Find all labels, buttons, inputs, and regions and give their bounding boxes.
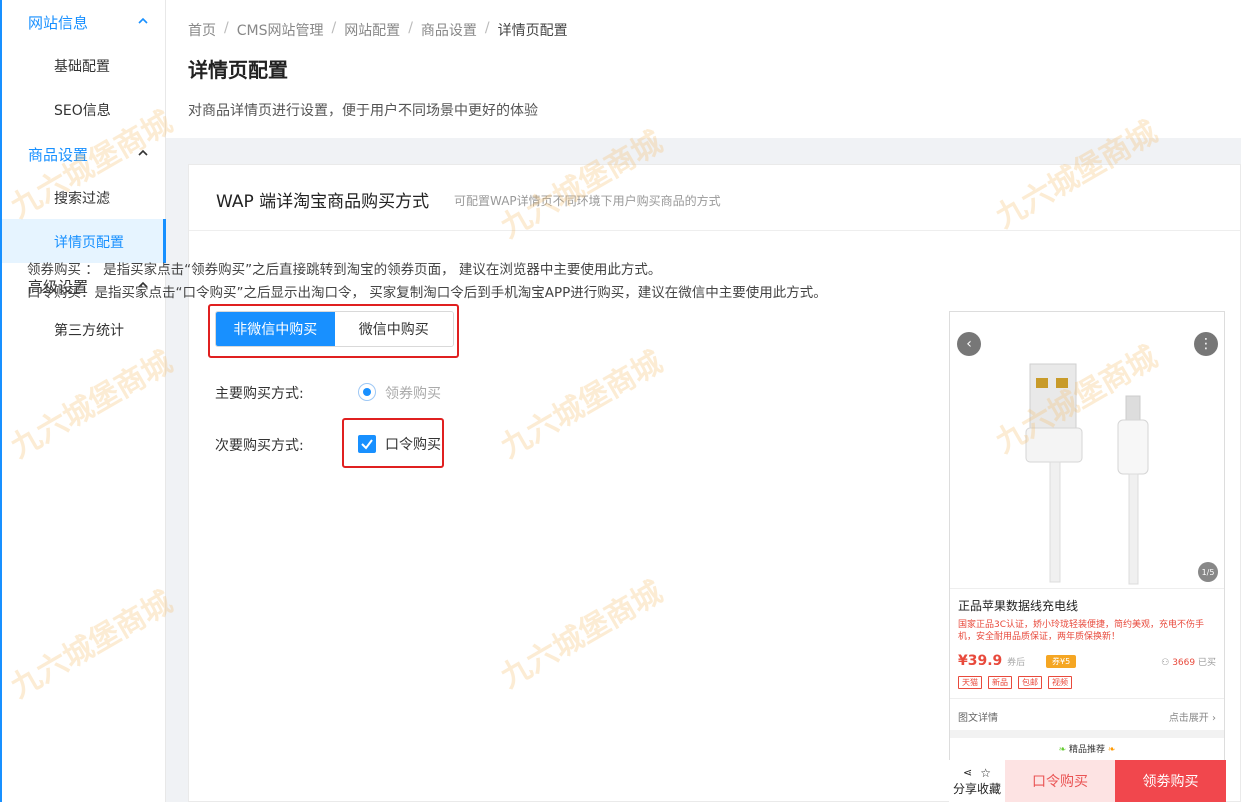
people-icon: ⚇	[1161, 658, 1170, 668]
token-buy-button[interactable]: 口令购买	[1005, 760, 1115, 802]
secondary-method-value: 口令购买	[385, 437, 441, 453]
price-suffix: 券后	[1007, 658, 1026, 668]
tag: 包邮	[1018, 676, 1042, 689]
sidebar-item-seo[interactable]: SEO信息	[54, 100, 111, 120]
secondary-method-label: 次要购买方式:	[215, 438, 304, 454]
recommend-header: ❧ 精品推荐 ❧	[950, 742, 1224, 755]
section-gap	[950, 730, 1224, 738]
page-header: 首页 / CMS网站管理 / 网站配置 / 商品设置 / 详情页配置 详情页配置…	[166, 0, 1241, 138]
primary-method-value: 领券购买	[385, 386, 441, 402]
tag: 天猫	[958, 676, 982, 689]
detail-label: 图文详情	[958, 713, 998, 724]
sidebar-group-label: 商品设置	[28, 146, 89, 164]
tag: 新品	[988, 676, 1012, 689]
leaf-icon: ❧	[1107, 745, 1116, 755]
mobile-preview: ‹ ⋮ 1/5 正品苹果数据线充电线 国家正品3C认证，娇小玲珑轻装便捷，简约美…	[949, 311, 1225, 802]
breadcrumb-separator: /	[331, 20, 337, 36]
breadcrumb-item[interactable]: 网站配置	[344, 20, 400, 40]
primary-method-radio[interactable]	[358, 383, 376, 401]
leaf-icon: ❧	[1058, 745, 1067, 755]
coupon-badge: 券¥5	[1046, 655, 1077, 668]
purchase-bar: ⋖ ☆ 分享收藏 口令购买 领劵购买	[949, 760, 1226, 802]
back-icon[interactable]: ‹	[957, 332, 981, 356]
page-description: 对商品详情页进行设置，便于用户不同场景中更好的体验	[188, 103, 538, 119]
breadcrumb-item[interactable]: 商品设置	[421, 20, 477, 40]
page-title: 详情页配置	[188, 58, 288, 82]
share-fav-icons: ⋖ ☆	[963, 766, 991, 780]
usb-cable-image	[1025, 363, 1149, 585]
chevron-right-icon: ›	[1212, 713, 1216, 724]
sidebar-item-detail-config[interactable]: 详情页配置	[54, 232, 124, 252]
card-header: WAP 端详淘宝商品购买方式 可配置WAP详情页不同环境下用户购买商品的方式	[189, 165, 1240, 231]
breadcrumb-item[interactable]: 首页	[188, 20, 216, 40]
purchase-env-tabs: 非微信中购买 微信中购买	[215, 311, 454, 347]
breadcrumb-separator: /	[224, 20, 229, 36]
card-subtitle: 可配置WAP详情页不同环境下用户购买商品的方式	[454, 194, 721, 208]
coupon-buy-button[interactable]: 领劵购买	[1115, 760, 1226, 802]
sidebar-group-product-settings[interactable]: 商品设置	[28, 144, 152, 164]
sold-suffix: 已买	[1197, 658, 1216, 668]
sidebar-item-third-party-stats[interactable]: 第三方统计	[54, 320, 124, 340]
share-favorite-group[interactable]: ⋖ ☆ 分享收藏	[949, 760, 1005, 802]
chevron-up-icon	[138, 148, 148, 158]
breadcrumb-separator: /	[484, 20, 490, 36]
tab-wechat[interactable]: 微信中购买	[334, 312, 453, 346]
tab-non-wechat[interactable]: 非微信中购买	[216, 312, 335, 346]
star-icon: ☆	[980, 765, 991, 780]
card-title: WAP 端详淘宝商品购买方式	[216, 192, 430, 212]
price-value: ¥39.9	[958, 653, 1003, 669]
share-fav-label: 分享收藏	[952, 781, 1001, 796]
sold-number: 3669	[1172, 658, 1196, 668]
detail-expand-text: 点击展开	[1168, 713, 1209, 724]
sidebar-group-site-info[interactable]: 网站信息	[28, 12, 152, 32]
secondary-method-checkbox[interactable]	[358, 435, 376, 453]
recommend-label: 精品推荐	[1068, 745, 1105, 755]
breadcrumb-item[interactable]: CMS网站管理	[237, 20, 324, 40]
product-description: 国家正品3C认证，娇小玲珑轻装便捷，简约美观，充电不伤手机，安全耐用品质保证，两…	[958, 620, 1205, 642]
product-title: 正品苹果数据线充电线	[958, 599, 1079, 613]
divider	[950, 698, 1224, 699]
divider	[950, 588, 1224, 589]
desc-coupon: 领券购买 ： 是指买家点击“领券购买”之后直接跳转到淘宝的领券页面， 建议在浏览…	[27, 262, 662, 278]
detail-expand-link[interactable]: 点击展开 ›	[1169, 709, 1216, 724]
product-price: ¥39.9 券后	[958, 653, 1025, 669]
sold-count: ⚇ 3669 已买	[1161, 655, 1216, 668]
breadcrumb: 首页 / CMS网站管理 / 网站配置 / 商品设置 / 详情页配置	[188, 20, 568, 40]
sidebar-group-label: 网站信息	[28, 14, 89, 32]
product-tags: 天猫 新品 包邮 视频	[958, 676, 1072, 689]
image-pager: 1/5	[1198, 562, 1218, 582]
breadcrumb-current: 详情页配置	[497, 23, 568, 39]
chevron-up-icon	[138, 16, 148, 26]
breadcrumb-separator: /	[408, 20, 413, 36]
product-image: ‹ ⋮ 1/5	[950, 312, 1224, 588]
more-icon[interactable]: ⋮	[1194, 332, 1218, 356]
sidebar-item-basic-config[interactable]: 基础配置	[54, 56, 110, 76]
tag: 视频	[1048, 676, 1072, 689]
sidebar: 网站信息 基础配置 SEO信息 商品设置 搜索过滤 详情页配置 高级设置 第三方…	[0, 0, 166, 802]
primary-method-label: 主要购买方式:	[215, 386, 304, 402]
sidebar-item-search-filter[interactable]: 搜索过滤	[54, 188, 110, 208]
share-icon: ⋖	[963, 765, 973, 779]
desc-token: 口令购买：是指买家点击“口令购买”之后显示出淘口令， 买家复制淘口令后到手机淘宝…	[27, 285, 827, 301]
